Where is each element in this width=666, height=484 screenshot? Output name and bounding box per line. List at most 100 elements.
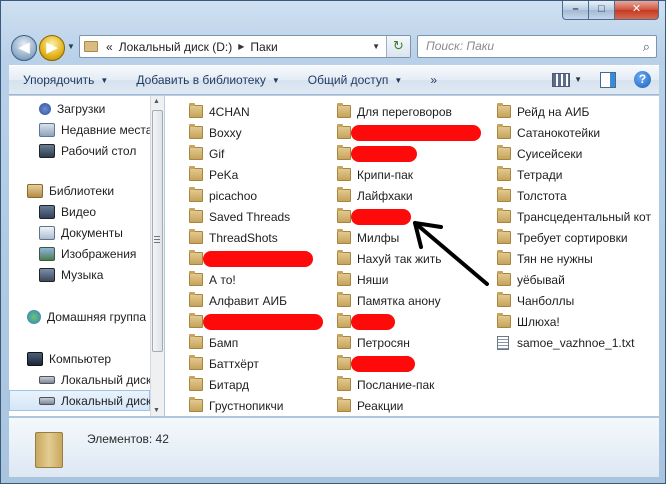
- folder-item[interactable]: Баттхёрт: [189, 353, 259, 374]
- folder-item[interactable]: Шлюха!: [497, 311, 560, 332]
- recent-pages-dropdown-icon[interactable]: ▼: [67, 42, 75, 51]
- maximize-button[interactable]: □: [589, 1, 615, 20]
- folder-item-redacted[interactable]: [337, 122, 481, 143]
- breadcrumb-separator-icon[interactable]: ▶: [238, 42, 244, 51]
- nav-item-local-disk-d[interactable]: Локальный диск: [9, 390, 150, 411]
- folder-icon: [337, 292, 351, 307]
- change-view-icon[interactable]: [552, 72, 571, 87]
- folder-item[interactable]: Нахуй так жить: [337, 248, 441, 269]
- more-commands-button[interactable]: »: [416, 73, 451, 87]
- folder-item[interactable]: Лайфхаки: [337, 185, 413, 206]
- item-label: Тян не нужны: [517, 251, 593, 266]
- folder-item[interactable]: PeKa: [189, 164, 238, 185]
- redaction-mark: [351, 313, 395, 330]
- folder-icon: [189, 124, 203, 139]
- chevron-down-icon: ▼: [100, 75, 109, 85]
- folder-item[interactable]: Saved Threads: [189, 206, 290, 227]
- breadcrumb-drive[interactable]: Локальный диск (D:): [119, 40, 233, 54]
- nav-item-local-disk-c[interactable]: Локальный диск: [9, 369, 150, 390]
- nav-item-documents[interactable]: Документы: [9, 222, 150, 243]
- close-button[interactable]: ✕: [615, 1, 659, 20]
- folder-item[interactable]: picachoo: [189, 185, 257, 206]
- organize-button[interactable]: Упорядочить ▼: [9, 73, 122, 87]
- folder-item[interactable]: Толстота: [497, 185, 567, 206]
- folder-item[interactable]: Тян не нужны: [497, 248, 593, 269]
- nav-item-music[interactable]: Музыка: [9, 264, 150, 285]
- folder-item-redacted[interactable]: [337, 353, 415, 374]
- folder-item-redacted[interactable]: [337, 143, 417, 164]
- nav-item-desktop[interactable]: Рабочий стол: [9, 140, 150, 161]
- scrollbar-thumb[interactable]: [152, 110, 163, 352]
- item-label: Нахуй так жить: [357, 251, 442, 266]
- folder-item[interactable]: Трансцедентальный кот: [497, 206, 651, 227]
- folder-item-redacted[interactable]: [189, 248, 313, 269]
- address-bar[interactable]: « Локальный диск (D:) ▶ Паки ▼ ↻: [79, 35, 411, 58]
- preview-pane-icon[interactable]: [600, 71, 616, 88]
- folder-item[interactable]: Няши: [337, 269, 389, 290]
- folder-item-redacted[interactable]: [337, 206, 411, 227]
- folder-item[interactable]: Суисейсеки: [497, 143, 582, 164]
- nav-item-video[interactable]: Видео: [9, 201, 150, 222]
- folder-item[interactable]: Алфавит АИБ: [189, 290, 287, 311]
- address-overflow-chevron[interactable]: «: [106, 40, 113, 54]
- folder-item[interactable]: Грустнопикчи: [189, 395, 283, 416]
- forward-button[interactable]: ▶: [39, 35, 65, 61]
- breadcrumb-folder[interactable]: Паки: [250, 40, 277, 54]
- nav-item-libraries[interactable]: Библиотеки: [9, 180, 150, 201]
- scroll-up-icon[interactable]: ▲: [153, 98, 160, 105]
- folder-item[interactable]: А то!: [189, 269, 236, 290]
- nav-item-pictures[interactable]: Изображения: [9, 243, 150, 264]
- nav-item-homegroup[interactable]: Домашняя группа: [9, 306, 150, 327]
- help-icon[interactable]: ?: [634, 71, 651, 88]
- item-label: Сатанокотейки: [517, 125, 601, 140]
- folder-item[interactable]: уёбывай: [497, 269, 565, 290]
- folder-item[interactable]: Петросян: [337, 332, 410, 353]
- folder-item[interactable]: Для переговоров: [337, 101, 452, 122]
- item-label: 4CHAN: [209, 104, 250, 119]
- nav-item-label: Компьютер: [49, 351, 112, 366]
- scroll-down-icon[interactable]: ▼: [153, 407, 160, 414]
- nav-item-computer[interactable]: Компьютер: [9, 348, 150, 369]
- folder-item[interactable]: Памятка анону: [337, 290, 441, 311]
- search-icon[interactable]: ⌕: [643, 36, 650, 57]
- minimize-button[interactable]: –: [562, 1, 589, 20]
- item-label: Требует сортировки: [517, 230, 628, 245]
- item-label: уёбывай: [517, 272, 565, 287]
- folder-item[interactable]: Крипи-пак: [337, 164, 413, 185]
- back-button[interactable]: ◀: [11, 35, 37, 61]
- folder-item[interactable]: Бамп: [189, 332, 238, 353]
- folder-item[interactable]: Сатанокотейки: [497, 122, 600, 143]
- folder-item-redacted[interactable]: [337, 311, 395, 332]
- folder-item[interactable]: Gif: [189, 143, 224, 164]
- refresh-button[interactable]: ↻: [386, 36, 410, 57]
- folder-item[interactable]: Чанболлы: [497, 290, 574, 311]
- folder-item[interactable]: Битард: [189, 374, 249, 395]
- item-label: Шлюха!: [517, 314, 560, 329]
- navigation-scrollbar[interactable]: ▲ ▼: [150, 96, 164, 416]
- folder-item[interactable]: Boxxy: [189, 122, 242, 143]
- redaction-mark: [203, 313, 323, 330]
- folder-item-redacted[interactable]: [189, 311, 323, 332]
- search-input[interactable]: Поиск: Паки ⌕: [417, 35, 657, 58]
- folder-item[interactable]: Рейд на АИБ: [497, 101, 589, 122]
- share-button[interactable]: Общий доступ ▼: [294, 73, 417, 87]
- folder-item[interactable]: Послание-пак: [337, 374, 434, 395]
- folder-icon: [337, 313, 351, 328]
- folder-item[interactable]: Требует сортировки: [497, 227, 628, 248]
- folder-item[interactable]: ThreadShots: [189, 227, 278, 248]
- local-disk-icon: [39, 396, 55, 405]
- nav-item-downloads[interactable]: Загрузки: [9, 98, 150, 119]
- folder-item[interactable]: Милфы: [337, 227, 399, 248]
- folder-item[interactable]: 4CHAN: [189, 101, 250, 122]
- view-dropdown-icon[interactable]: ▼: [574, 75, 582, 84]
- libraries-icon: [27, 183, 43, 198]
- folder-item[interactable]: Тетради: [497, 164, 562, 185]
- address-dropdown-icon[interactable]: ▼: [372, 42, 380, 51]
- file-item[interactable]: samoe_vazhnoe_1.txt: [497, 332, 634, 353]
- item-label: Чанболлы: [517, 293, 575, 308]
- folder-item[interactable]: Реакции: [337, 395, 403, 416]
- redaction-mark: [351, 124, 481, 141]
- redaction-mark: [351, 145, 417, 162]
- nav-item-recent-places[interactable]: Недавние места: [9, 119, 150, 140]
- add-to-library-button[interactable]: Добавить в библиотеку ▼: [122, 73, 293, 87]
